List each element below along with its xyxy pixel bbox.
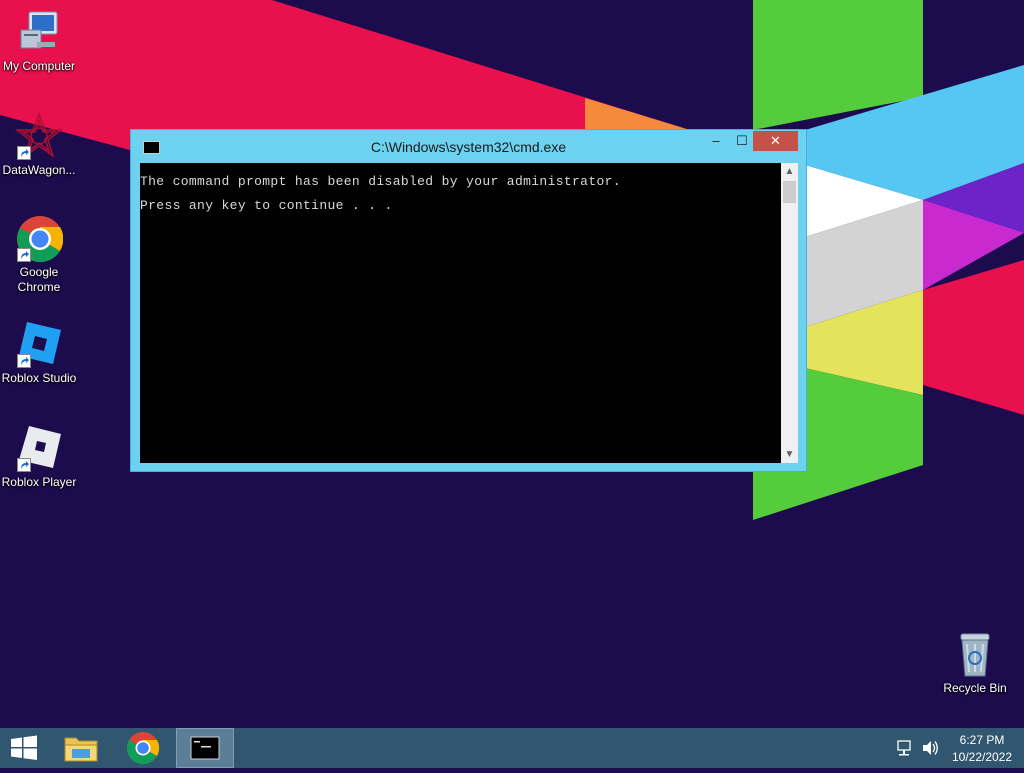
console-line: Press any key to continue . . . bbox=[140, 198, 393, 213]
shortcut-arrow-icon bbox=[17, 248, 31, 262]
desktop-icon-my-computer[interactable]: My Computer bbox=[0, 8, 78, 74]
chrome-icon bbox=[126, 732, 160, 765]
desktop-icon-recycle-bin[interactable]: Recycle Bin bbox=[936, 630, 1014, 696]
clock-date: 10/22/2022 bbox=[951, 750, 1013, 764]
volume-icon bbox=[923, 741, 938, 755]
desktop-icon-label: DataWagon... bbox=[2, 163, 76, 177]
chrome-icon bbox=[15, 214, 64, 263]
my-computer-icon bbox=[15, 8, 63, 56]
desktop-icon-label: Recycle Bin bbox=[943, 681, 1007, 695]
maximize-button[interactable]: ☐ bbox=[729, 131, 755, 151]
start-button[interactable] bbox=[0, 728, 48, 768]
file-explorer-icon bbox=[64, 737, 98, 762]
cmd-window[interactable]: C:\Windows\system32\cmd.exe – ☐ ✕ The co… bbox=[130, 129, 807, 472]
scroll-up-icon[interactable]: ▲ bbox=[781, 163, 798, 180]
shortcut-arrow-icon bbox=[17, 458, 31, 472]
desktop-icon-label: Roblox Studio bbox=[1, 371, 77, 385]
shortcut-arrow-icon bbox=[17, 354, 31, 368]
desktop-icon-google-chrome[interactable]: Google Chrome bbox=[0, 214, 78, 295]
tray-network[interactable] bbox=[896, 728, 914, 768]
shortcut-arrow-icon bbox=[17, 146, 31, 160]
vertical-scrollbar[interactable]: ▲ ▼ bbox=[781, 163, 798, 463]
taskbar-cmd[interactable] bbox=[176, 728, 234, 768]
clock-time: 6:27 PM bbox=[959, 733, 1005, 747]
start-windows-icon bbox=[11, 735, 37, 760]
taskbar-file-explorer[interactable] bbox=[56, 728, 106, 768]
taskbar: 6:27 PM 10/22/2022 bbox=[0, 728, 1024, 768]
desktop-icon-label: My Computer bbox=[2, 59, 76, 73]
network-icon bbox=[897, 740, 911, 756]
datawagon-icon bbox=[14, 111, 64, 160]
desktop-icon-roblox-studio[interactable]: Roblox Studio bbox=[0, 320, 78, 386]
window-titlebar[interactable]: C:\Windows\system32\cmd.exe – ☐ ✕ bbox=[131, 130, 806, 163]
console-line: The command prompt has been disabled by … bbox=[140, 174, 621, 189]
desktop-icon-datawagon[interactable]: DataWagon... bbox=[0, 111, 78, 178]
console-output[interactable]: The command prompt has been disabled by … bbox=[140, 163, 781, 463]
roblox-player-icon bbox=[15, 424, 63, 472]
roblox-studio-icon bbox=[15, 320, 63, 368]
cmd-icon bbox=[190, 736, 220, 760]
scroll-down-icon[interactable]: ▼ bbox=[781, 446, 798, 463]
tray-volume[interactable] bbox=[920, 728, 940, 768]
desktop-icon-roblox-player[interactable]: Roblox Player bbox=[0, 424, 78, 490]
desktop-icon-label: Google Chrome bbox=[17, 265, 61, 294]
scroll-thumb[interactable] bbox=[783, 181, 796, 203]
minimize-button[interactable]: – bbox=[703, 131, 729, 151]
taskbar-chrome[interactable] bbox=[118, 728, 168, 768]
taskbar-clock[interactable]: 6:27 PM 10/22/2022 bbox=[946, 728, 1018, 768]
desktop-icon-label: Roblox Player bbox=[1, 475, 77, 489]
recycle-bin-icon bbox=[951, 630, 999, 678]
close-button[interactable]: ✕ bbox=[753, 131, 798, 151]
